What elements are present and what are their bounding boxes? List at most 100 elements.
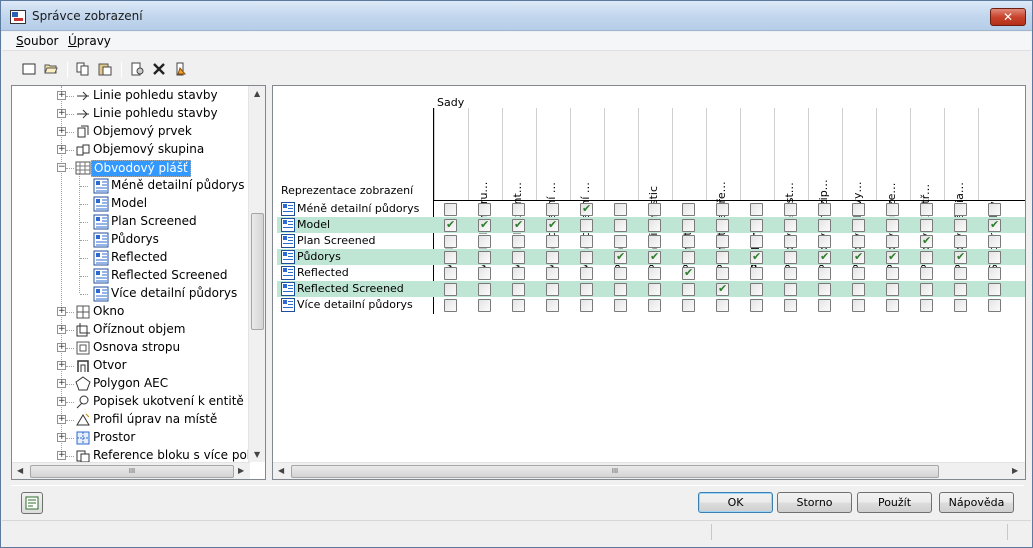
checkbox-unchecked[interactable] — [444, 251, 457, 264]
checkbox-checked[interactable] — [750, 250, 763, 264]
scroll-up-icon[interactable]: ▲ — [254, 89, 260, 98]
checkbox-unchecked[interactable] — [716, 267, 729, 280]
expand-icon[interactable]: + — [57, 145, 66, 154]
scroll-down-icon[interactable]: ▼ — [254, 450, 260, 459]
checkbox-checked[interactable] — [716, 282, 729, 296]
checkbox-unchecked[interactable] — [784, 219, 797, 232]
checkbox-unchecked[interactable] — [478, 299, 491, 312]
purge-button[interactable] — [172, 60, 192, 78]
column-header[interactable]: Půdorys — [740, 108, 774, 271]
checkbox-unchecked[interactable] — [988, 235, 1001, 248]
column-header[interactable]: Section_Elev — [978, 108, 1012, 271]
column-header[interactable]: Model Konstruk… — [468, 108, 502, 271]
checkbox-unchecked[interactable] — [818, 283, 831, 296]
checkbox-unchecked[interactable] — [716, 203, 729, 216]
tree-item-okno[interactable]: + Okno — [12, 303, 252, 321]
tree-item-mene-detailni-pudorys[interactable]: Méně detailní půdorys — [12, 177, 252, 195]
tree-vertical-thumb[interactable] — [251, 213, 264, 330]
checkbox-unchecked[interactable] — [546, 203, 559, 216]
checkbox-checked[interactable] — [954, 250, 967, 264]
column-header[interactable]: Méně detailní … — [536, 108, 570, 271]
checkbox-checked[interactable] — [886, 250, 899, 264]
expand-icon[interactable]: + — [57, 91, 66, 100]
checkbox-unchecked[interactable] — [954, 283, 967, 296]
tree-horizontal-scrollbar[interactable]: ◀ III ▶ — [12, 462, 250, 479]
checkbox-unchecked[interactable] — [852, 283, 865, 296]
scroll-left-icon[interactable]: ◀ — [278, 466, 284, 475]
tree-item-reflected[interactable]: Reflected — [12, 249, 252, 267]
checkbox-unchecked[interactable] — [512, 283, 525, 296]
checkbox-checked[interactable] — [478, 218, 491, 232]
ok-button[interactable]: OK — [698, 492, 773, 513]
cancel-button[interactable]: Storno — [777, 492, 852, 513]
expand-icon[interactable]: + — [57, 343, 66, 352]
checkbox-unchecked[interactable] — [682, 235, 695, 248]
scroll-right-icon[interactable]: ▶ — [238, 466, 244, 475]
column-header[interactable]: Průmět Zastřený — [706, 108, 740, 271]
checkbox-unchecked[interactable] — [886, 299, 899, 312]
expand-icon[interactable]: + — [57, 325, 66, 334]
checkbox-unchecked[interactable] — [886, 267, 899, 280]
checkbox-checked[interactable] — [648, 250, 661, 264]
checkbox-unchecked[interactable] — [750, 299, 763, 312]
checkbox-unchecked[interactable] — [818, 203, 831, 216]
tree-item-popisek-ukotveni-k-entite[interactable]: + Popisek ukotvení k entitě — [12, 393, 252, 411]
checkbox-unchecked[interactable] — [512, 251, 525, 264]
checkbox-unchecked[interactable] — [920, 251, 933, 264]
expand-icon[interactable]: + — [57, 127, 66, 136]
help-button[interactable]: Nápověda — [939, 492, 1014, 513]
column-header[interactable]: Půdorysná diag… — [944, 108, 978, 271]
tree-item-plan-screened[interactable]: Plan Screened — [12, 213, 252, 231]
column-header[interactable]: Model — [434, 108, 468, 271]
checkbox-unchecked[interactable] — [614, 283, 627, 296]
scroll-left-icon[interactable]: ◀ — [17, 466, 23, 475]
checkbox-unchecked[interactable] — [716, 251, 729, 264]
tree-item-otvor[interactable]: + Otvor — [12, 357, 252, 375]
checkbox-unchecked[interactable] — [444, 267, 457, 280]
checkbox-unchecked[interactable] — [852, 203, 865, 216]
checkbox-unchecked[interactable] — [750, 235, 763, 248]
checkbox-unchecked[interactable] — [784, 299, 797, 312]
tree-horizontal-thumb[interactable]: III — [30, 465, 234, 478]
copy-button[interactable] — [74, 60, 94, 78]
checkbox-unchecked[interactable] — [852, 235, 865, 248]
checkbox-unchecked[interactable] — [580, 299, 593, 312]
checkbox-unchecked[interactable] — [852, 267, 865, 280]
checkbox-unchecked[interactable] — [852, 299, 865, 312]
checkbox-unchecked[interactable] — [682, 203, 695, 216]
checkbox-unchecked[interactable] — [954, 235, 967, 248]
tree-item-model[interactable]: Model — [12, 195, 252, 213]
checkbox-unchecked[interactable] — [444, 235, 457, 248]
checkbox-unchecked[interactable] — [818, 219, 831, 232]
apply-button[interactable]: Použít — [857, 492, 932, 513]
checkbox-unchecked[interactable] — [546, 283, 559, 296]
checkbox-unchecked[interactable] — [784, 203, 797, 216]
checkbox-unchecked[interactable] — [512, 267, 525, 280]
collapse-icon[interactable]: − — [57, 163, 66, 172]
column-header[interactable]: Průmět — [672, 108, 706, 271]
column-header[interactable]: Půdorys mezipa… — [808, 108, 842, 271]
checkbox-unchecked[interactable] — [886, 283, 899, 296]
checkbox-unchecked[interactable] — [920, 219, 933, 232]
checkbox-unchecked[interactable] — [954, 299, 967, 312]
checkbox-unchecked[interactable] — [580, 251, 593, 264]
checkbox-unchecked[interactable] — [818, 299, 831, 312]
tree-item-obvodovy-plast[interactable]: − Obvodový plášť — [12, 159, 252, 177]
column-header[interactable]: Půdorys Nejvyš… — [842, 108, 876, 271]
expand-icon[interactable]: + — [57, 451, 66, 460]
checkbox-checked[interactable] — [444, 218, 457, 232]
checkbox-unchecked[interactable] — [444, 283, 457, 296]
expand-icon[interactable]: + — [57, 397, 66, 406]
column-header[interactable]: Půdorys Prezen… — [876, 108, 910, 271]
checkbox-unchecked[interactable] — [648, 219, 661, 232]
checkbox-unchecked[interactable] — [682, 283, 695, 296]
checkbox-unchecked[interactable] — [580, 219, 593, 232]
checkbox-checked[interactable] — [614, 250, 627, 264]
checkbox-unchecked[interactable] — [478, 203, 491, 216]
checkbox-unchecked[interactable] — [444, 203, 457, 216]
checkbox-unchecked[interactable] — [818, 235, 831, 248]
checkbox-unchecked[interactable] — [954, 203, 967, 216]
checkbox-unchecked[interactable] — [988, 251, 1001, 264]
new-button[interactable] — [20, 60, 40, 78]
checkbox-unchecked[interactable] — [648, 235, 661, 248]
